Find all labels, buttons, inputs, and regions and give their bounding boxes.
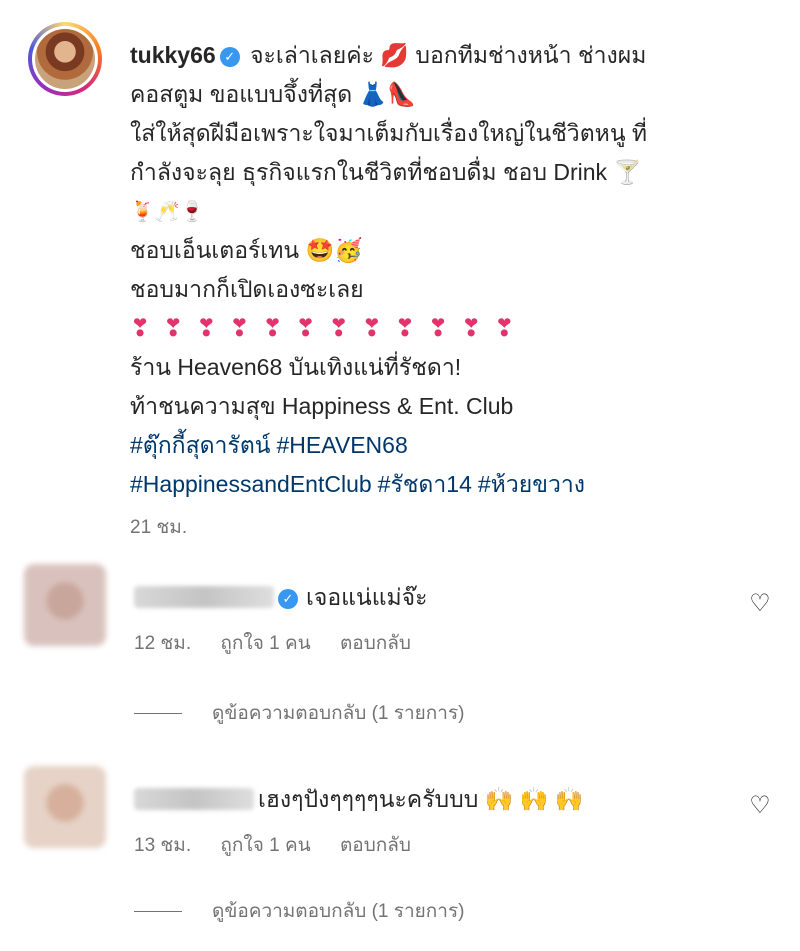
hashtag-link[interactable]: #ห้วยขวาง (478, 471, 585, 497)
comment-text: เฮงๆปังๆๆๆๆนะครับบบ 🙌 🙌 🙌 (258, 786, 584, 812)
hashtag-link[interactable]: #HappinessandEntClub (130, 471, 372, 497)
comment-row: เฮงๆปังๆๆๆๆนะครับบบ 🙌 🙌 🙌 (134, 782, 583, 818)
caption-line-9: ท้าชนความสุข Happiness & Ent. Club (130, 393, 514, 419)
view-replies-button[interactable]: ดูข้อความตอบกลับ (1 รายการ) (134, 896, 465, 926)
view-replies-label: ดูข้อความตอบกลับ (1 รายการ) (212, 901, 465, 922)
heart-emoji: ❣ (196, 315, 217, 342)
hashtag-row-1: #ตุ๊กกี้สุดารัตน์ #HEAVEN68 (130, 426, 770, 465)
commenter-username-blurred[interactable] (134, 586, 274, 608)
post-timestamp[interactable]: 21 ชม. (130, 508, 770, 547)
heart-emoji: ❣ (295, 315, 316, 342)
comment-meta: 12 ชม. ถูกใจ 1 คน ตอบกลับ (134, 628, 435, 658)
heart-emoji: ❣ (262, 315, 283, 342)
view-replies-label: ดูข้อความตอบกลับ (1 รายการ) (212, 703, 465, 724)
comment-meta: 13 ชม. ถูกใจ 1 คน ตอบกลับ (134, 830, 435, 860)
heart-outline-icon[interactable]: ♡ (748, 794, 772, 818)
reply-button[interactable]: ตอบกลับ (340, 835, 411, 856)
heart-emoji: ❣ (461, 315, 482, 342)
comment-time[interactable]: 13 ชม. (134, 835, 191, 856)
replies-divider (134, 911, 182, 913)
hashtag-link[interactable]: #HEAVEN68 (276, 432, 407, 458)
reply-button[interactable]: ตอบกลับ (340, 633, 411, 654)
verified-badge-icon: ✓ (219, 47, 240, 67)
hashtag-row-2: #HappinessandEntClub #รัชดา14 #ห้วยขวาง (130, 465, 770, 504)
replies-divider (134, 713, 182, 715)
heart-outline-icon[interactable]: ♡ (748, 592, 772, 616)
hashtag-link[interactable]: #รัชดา14 (378, 471, 472, 497)
commenter-avatar[interactable] (24, 564, 106, 646)
caption: tukky66 ✓ จะเล่าเลยค่ะ 💋 บอกทีมช่างหน้า ช… (130, 36, 770, 547)
caption-line-8: ร้าน Heaven68 บันเทิงแน่ที่รัชดา! (130, 354, 462, 380)
heart-emoji: ❣ (361, 315, 382, 342)
author-username[interactable]: tukky66 (130, 42, 216, 68)
comment-row: ✓ เจอแน่แม่จ๊ะ (134, 580, 428, 616)
commenter-username-blurred[interactable] (134, 788, 254, 810)
author-avatar[interactable] (28, 22, 102, 96)
verified-badge-icon: ✓ (278, 589, 298, 609)
heart-emoji-row: ❣ ❣ ❣ ❣ ❣ ❣ ❣ ❣ ❣ ❣ ❣ ❣ (130, 309, 770, 348)
comment-time[interactable]: 12 ชม. (134, 633, 191, 654)
caption-line-6: ชอบเอ็นเตอร์เทน 🤩🥳 (130, 237, 363, 263)
comment-like-count[interactable]: ถูกใจ 1 คน (220, 835, 310, 856)
comment-text: เจอแน่แม่จ๊ะ (306, 584, 428, 610)
heart-emoji: ❣ (130, 315, 151, 342)
caption-line-2: คอสตูม ขอแบบจึ้งที่สุด 👗👠 (130, 81, 416, 107)
heart-emoji: ❣ (229, 315, 250, 342)
hashtag-link[interactable]: #ตุ๊กกี้สุดารัตน์ (130, 432, 270, 458)
author-avatar-photo (35, 29, 95, 89)
caption-line-5: 🍹🥂🍷 (130, 199, 205, 223)
commenter-avatar[interactable] (24, 766, 106, 848)
heart-emoji: ❣ (328, 315, 349, 342)
heart-emoji: ❣ (163, 315, 184, 342)
heart-emoji: ❣ (494, 315, 515, 342)
caption-line-3: ใส่ให้สุดฝีมือเพราะใจมาเต็มกับเรื่องใหญ่… (130, 120, 648, 146)
comment-like-count[interactable]: ถูกใจ 1 คน (220, 633, 310, 654)
caption-line-4: กำลังจะลุย ธุรกิจแรกในชีวิตที่ชอบดื่ม ชอ… (130, 159, 643, 185)
view-replies-button[interactable]: ดูข้อความตอบกลับ (1 รายการ) (134, 698, 465, 728)
caption-line-7: ชอบมากก็เปิดเองซะเลย (130, 276, 364, 302)
heart-emoji: ❣ (427, 315, 449, 342)
heart-emoji: ❣ (394, 315, 415, 342)
caption-line-1: จะเล่าเลยค่ะ 💋 บอกทีมช่างหน้า ช่างผม (250, 42, 647, 68)
